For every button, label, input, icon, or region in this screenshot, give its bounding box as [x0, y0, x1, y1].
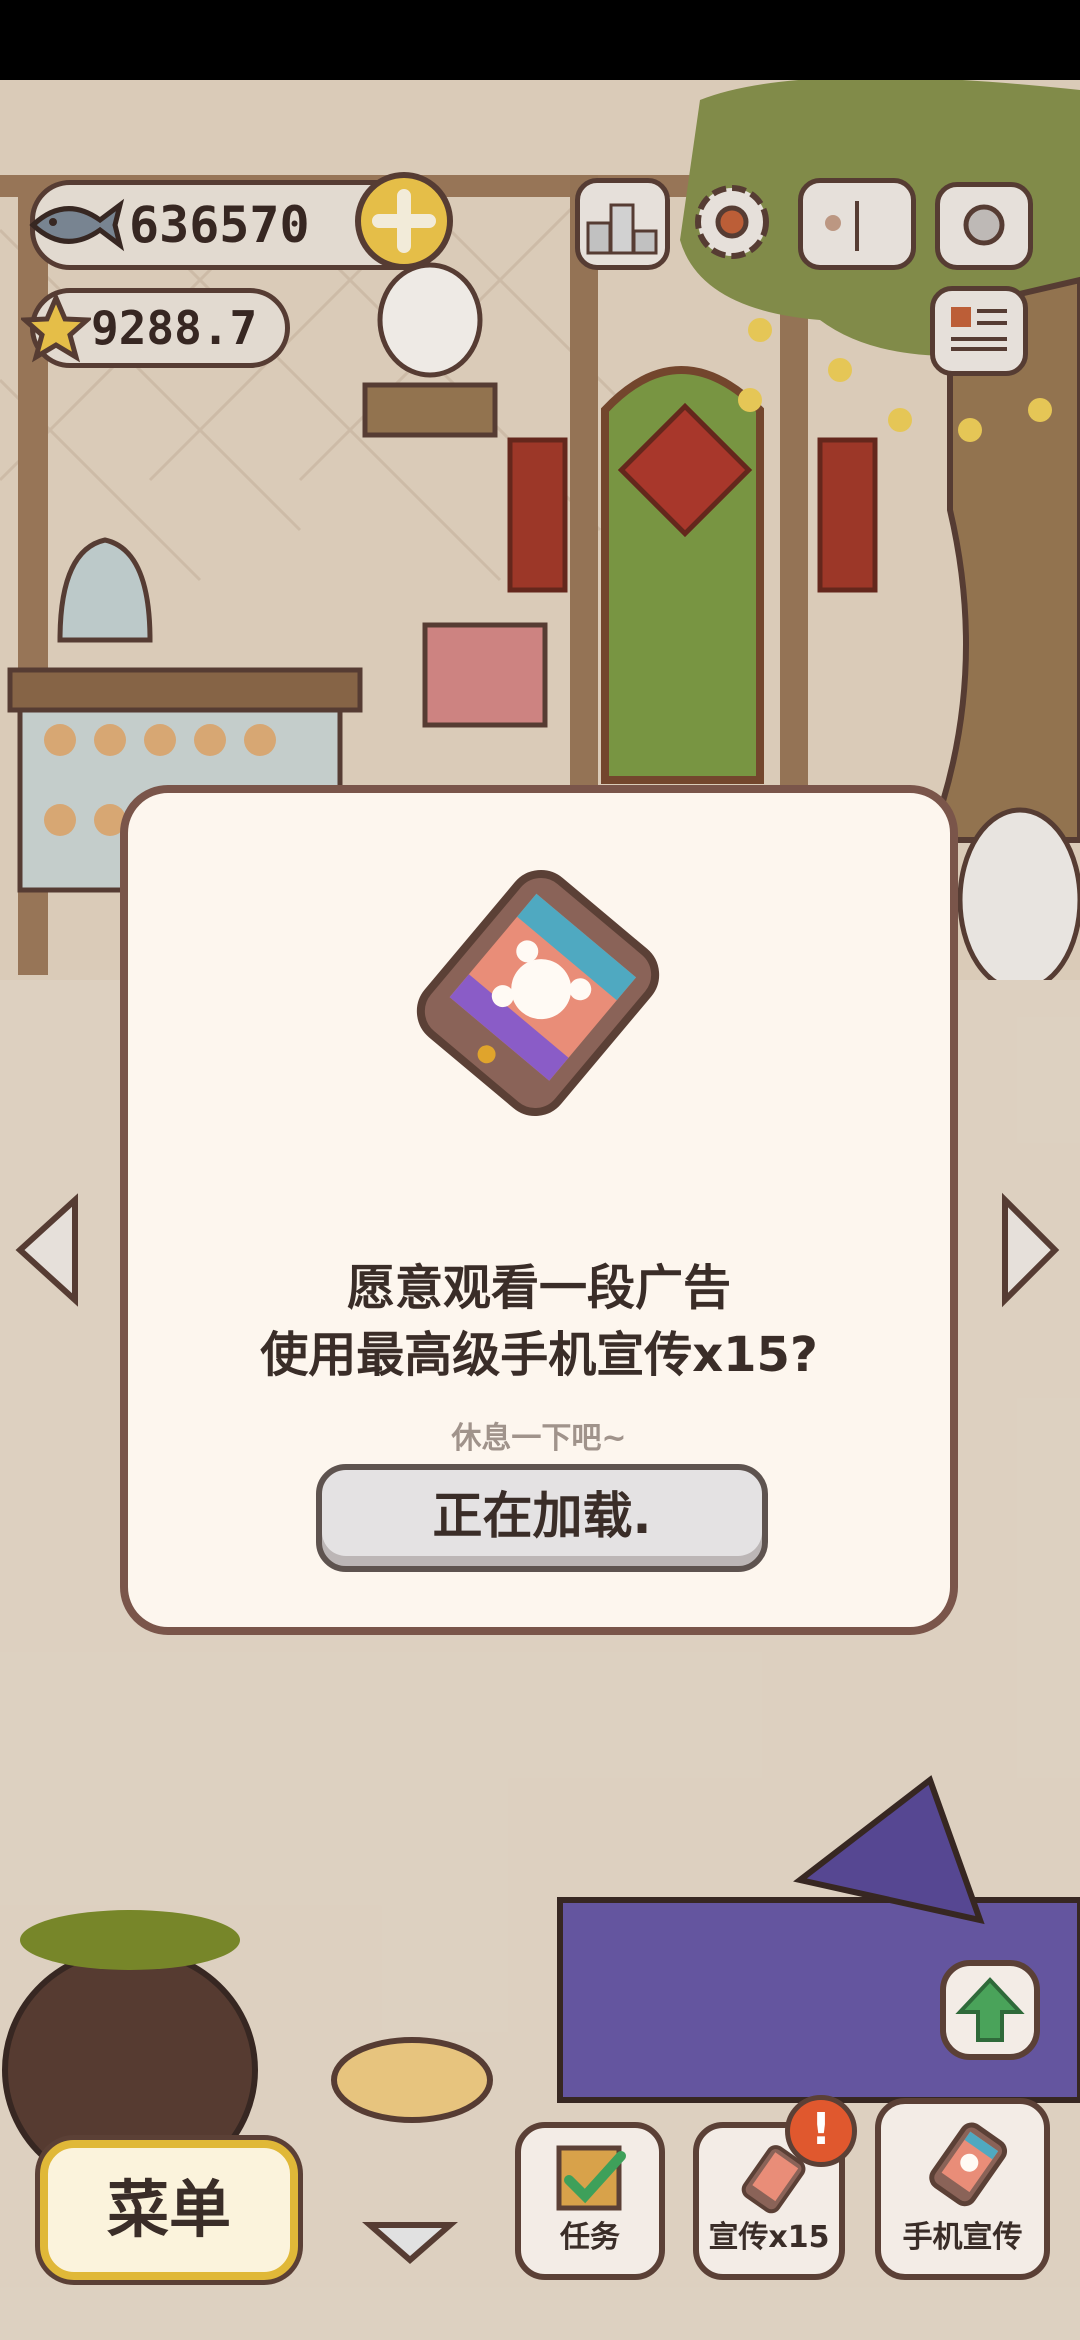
dialog-subtitle: 休息一下吧~	[451, 1421, 627, 1456]
task-button[interactable]: 任务	[515, 2122, 665, 2280]
phone-icon	[929, 2122, 1008, 2207]
watch-ad-dialog: 愿意观看一段广告 使用最高级手机宣传x15? 休息一下吧~ 正在加载.	[120, 785, 958, 1635]
promo-x15-label: 宣传x15	[708, 2220, 830, 2255]
arrow-up-icon	[955, 1977, 1025, 2042]
task-button-label: 任务	[560, 2220, 620, 2255]
loading-button[interactable]: 正在加载.	[316, 1464, 768, 1572]
upgrade-arrow-button[interactable]	[940, 1960, 1040, 2060]
phone-promo-label: 手机宣传	[902, 2220, 1023, 2255]
phone-promo-button[interactable]: 手机宣传	[875, 2098, 1050, 2280]
menu-button-label: 菜单	[106, 2173, 231, 2246]
dialog-question-line1: 愿意观看一段广告	[346, 1260, 731, 1316]
menu-button[interactable]: 菜单	[40, 2140, 298, 2280]
loading-button-label: 正在加载.	[432, 1487, 652, 1545]
dialog-question-line2: 使用最高级手机宣传x15?	[260, 1327, 818, 1383]
phone-promo-icon	[416, 870, 660, 1116]
checkbox-icon	[556, 2145, 626, 2211]
status-bar	[0, 0, 1080, 80]
alert-badge: !	[785, 2095, 857, 2167]
